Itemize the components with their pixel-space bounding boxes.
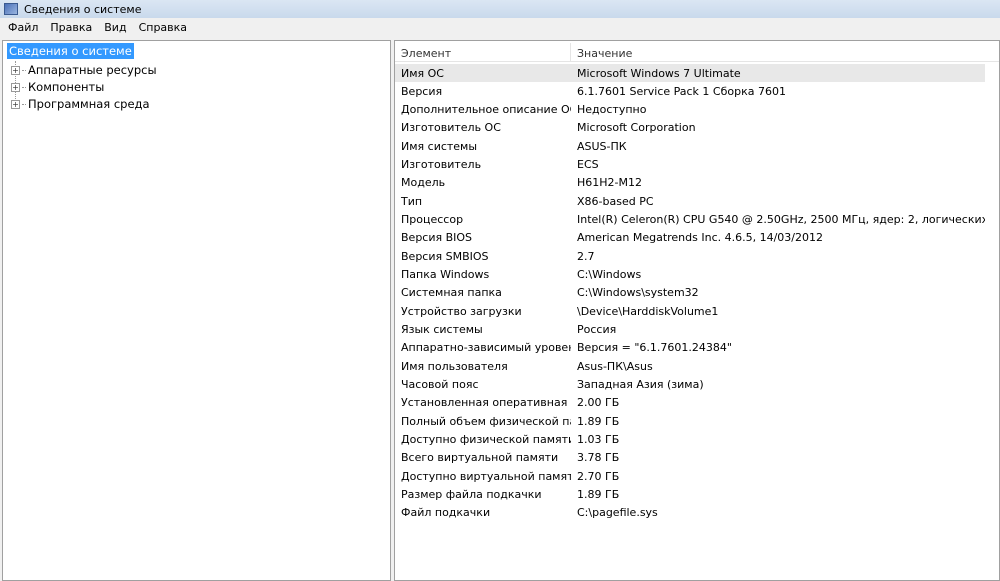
row-value: C:\Windows\system32 — [577, 286, 699, 300]
tree-pane: Сведения о системе + Аппаратные ресурсы +… — [2, 40, 391, 581]
row-item: Доступно физической памяти — [401, 433, 571, 447]
menu-file[interactable]: Файл — [2, 21, 44, 34]
table-row[interactable]: Процессор Intel(R) Celeron(R) CPU G540 @ … — [395, 211, 985, 229]
row-item: Изготовитель ОС — [401, 121, 501, 135]
column-header-item[interactable]: Элемент — [395, 43, 571, 61]
details-pane: Элемент Значение Имя ОС Microsoft Windows… — [394, 40, 1000, 581]
table-header: Элемент Значение — [395, 43, 999, 62]
row-item: Процессор — [401, 213, 464, 227]
table-row[interactable]: Имя ОС Microsoft Windows 7 Ultimate — [395, 64, 985, 82]
row-item: Доступно виртуальной памяти — [401, 469, 571, 483]
row-value: Asus-ПК\Asus — [577, 359, 653, 373]
table-row[interactable]: Имя пользователя Asus-ПК\Asus — [395, 357, 985, 375]
table-row[interactable]: Версия SMBIOS 2.7 — [395, 247, 985, 265]
row-value: Microsoft Corporation — [577, 121, 696, 135]
title-bar: Сведения о системе — [0, 0, 1000, 18]
tree-item-label: Аппаратные ресурсы — [28, 63, 157, 77]
row-item: Полный объем физической па... — [401, 414, 571, 428]
table-row[interactable]: Изготовитель ECS — [395, 156, 985, 174]
row-item: Файл подкачки — [401, 506, 491, 520]
table-row[interactable]: Изготовитель ОС Microsoft Corporation — [395, 119, 985, 137]
row-item: Изготовитель — [401, 158, 482, 172]
row-item: Всего виртуальной памяти — [401, 451, 559, 465]
expand-icon[interactable]: + — [11, 65, 20, 75]
row-value: \Device\HarddiskVolume1 — [577, 304, 719, 318]
tree-item-label: Компоненты — [28, 80, 105, 94]
table-row[interactable]: Устройство загрузки \Device\HarddiskVolum… — [395, 302, 985, 320]
row-item: Системная папка — [401, 286, 502, 300]
row-item: Имя системы — [401, 139, 478, 153]
row-value: 1.89 ГБ — [577, 414, 620, 428]
row-value: 6.1.7601 Service Pack 1 Сборка 7601 — [577, 84, 786, 98]
app-icon — [4, 3, 18, 15]
row-item: Версия BIOS — [401, 231, 473, 245]
row-item: Аппаратно-зависимый уровен... — [401, 341, 571, 355]
table-row[interactable]: Аппаратно-зависимый уровен... Версия = "6… — [395, 339, 985, 357]
row-value: Microsoft Windows 7 Ultimate — [577, 66, 741, 80]
row-value: H61H2-M12 — [577, 176, 642, 190]
tree-item-hardware[interactable]: + Аппаратные ресурсы — [11, 63, 157, 77]
row-value: C:\pagefile.sys — [577, 506, 658, 520]
row-value: American Megatrends Inc. 4.6.5, 14/03/20… — [577, 231, 824, 245]
table-row[interactable]: Полный объем физической па... 1.89 ГБ — [395, 412, 985, 430]
table-row[interactable]: Файл подкачки C:\pagefile.sys — [395, 504, 985, 522]
window-title: Сведения о системе — [24, 2, 142, 16]
row-item: Модель — [401, 176, 446, 190]
row-item: Размер файла подкачки — [401, 488, 542, 502]
table-row[interactable]: Системная папка C:\Windows\system32 — [395, 284, 985, 302]
column-header-value[interactable]: Значение — [571, 43, 999, 61]
row-item: Папка Windows — [401, 268, 490, 282]
row-value: 2.00 ГБ — [577, 396, 620, 410]
table-row[interactable]: Модель H61H2-M12 — [395, 174, 985, 192]
menu-view[interactable]: Вид — [98, 21, 132, 34]
row-item: Язык системы — [401, 323, 483, 337]
table-row[interactable]: Версия 6.1.7601 Service Pack 1 Сборка 760… — [395, 82, 985, 100]
row-value: 3.78 ГБ — [577, 451, 620, 465]
row-value: 1.89 ГБ — [577, 488, 620, 502]
expand-icon[interactable]: + — [11, 82, 20, 92]
table-row[interactable]: Часовой пояс Западная Азия (зима) — [395, 376, 985, 394]
menu-edit[interactable]: Правка — [44, 21, 98, 34]
row-value: ASUS-ПК — [577, 139, 627, 153]
row-value: X86-based PC — [577, 194, 654, 208]
row-item: Имя пользователя — [401, 359, 508, 373]
table-row[interactable]: Имя системы ASUS-ПК — [395, 137, 985, 155]
table-row[interactable]: Доступно виртуальной памяти 2.70 ГБ — [395, 467, 985, 485]
row-item: Часовой пояс — [401, 378, 479, 392]
menu-help[interactable]: Справка — [133, 21, 193, 34]
row-value: C:\Windows — [577, 268, 642, 282]
table-row[interactable]: Размер файла подкачки 1.89 ГБ — [395, 486, 985, 504]
row-value: 2.70 ГБ — [577, 469, 620, 483]
table-row[interactable]: Установленная оперативная п... 2.00 ГБ — [395, 394, 985, 412]
expand-icon[interactable]: + — [11, 99, 20, 109]
row-item: Дополнительное описание ОС — [401, 103, 571, 117]
table-row[interactable]: Тип X86-based PC — [395, 192, 985, 210]
table-row[interactable]: Доступно физической памяти 1.03 ГБ — [395, 431, 985, 449]
row-item: Тип — [401, 194, 423, 208]
row-value: Недоступно — [577, 103, 647, 117]
row-value: Intel(R) Celeron(R) CPU G540 @ 2.50GHz, … — [577, 213, 985, 227]
row-value: Версия = "6.1.7601.24384" — [577, 341, 732, 355]
table-row[interactable]: Папка Windows C:\Windows — [395, 266, 985, 284]
row-item: Установленная оперативная п... — [401, 396, 571, 410]
table-row[interactable]: Дополнительное описание ОС Недоступно — [395, 101, 985, 119]
row-item: Версия SMBIOS — [401, 249, 489, 263]
row-item: Версия — [401, 84, 443, 98]
row-item: Имя ОС — [401, 66, 444, 80]
table-row[interactable]: Версия BIOS American Megatrends Inc. 4.6.… — [395, 229, 985, 247]
tree-item-components[interactable]: + Компоненты — [11, 80, 104, 94]
table-row[interactable]: Всего виртуальной памяти 3.78 ГБ — [395, 449, 985, 467]
row-value: 2.7 — [577, 249, 595, 263]
tree-item-label: Программная среда — [28, 97, 150, 111]
row-value: ECS — [577, 158, 599, 172]
row-value: Россия — [577, 323, 617, 337]
row-value: 1.03 ГБ — [577, 433, 620, 447]
tree-item-software[interactable]: + Программная среда — [11, 97, 150, 111]
row-item: Устройство загрузки — [401, 304, 522, 318]
tree-item-system-summary[interactable]: Сведения о системе — [7, 43, 134, 59]
table-row[interactable]: Язык системы Россия — [395, 321, 985, 339]
menu-bar: Файл Правка Вид Справка — [0, 18, 1000, 37]
row-value: Западная Азия (зима) — [577, 378, 704, 392]
